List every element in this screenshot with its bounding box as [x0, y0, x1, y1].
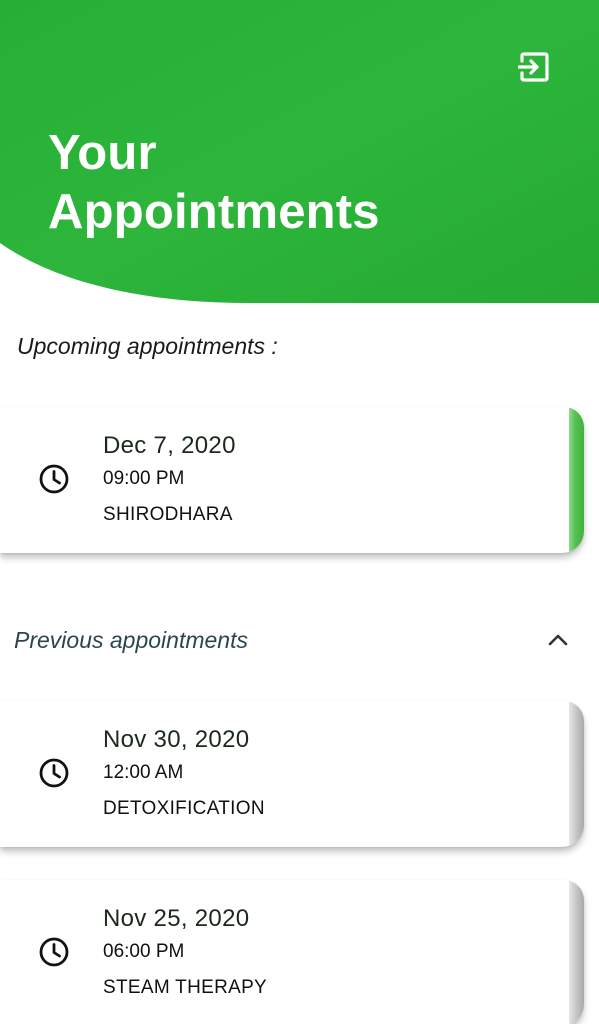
logout-icon [518, 52, 549, 82]
previous-appointment-card[interactable]: Nov 30, 2020 12:00 AM DETOXIFICATION [0, 701, 584, 847]
appointment-date: Nov 25, 2020 [103, 905, 250, 932]
appointment-time: 09:00 PM [103, 468, 185, 489]
card-accent-edge [569, 407, 584, 553]
page-title: Your Appointments [48, 126, 380, 239]
appointment-time: 12:00 AM [103, 762, 184, 783]
appointment-time: 06:00 PM [103, 941, 185, 962]
clock-icon [39, 464, 69, 494]
previous-section-label: Previous appointments [14, 627, 248, 653]
previous-appointment-card[interactable]: Nov 25, 2020 06:00 PM STEAM THERAPY [0, 880, 584, 1024]
appointment-service: DETOXIFICATION [103, 798, 265, 819]
upcoming-appointment-card[interactable]: Dec 7, 2020 09:00 PM SHIRODHARA [0, 407, 584, 553]
card-accent-edge [569, 701, 584, 847]
chevron-up-icon [548, 634, 568, 646]
appointment-date: Nov 30, 2020 [103, 726, 250, 753]
clock-icon [39, 758, 69, 788]
card-accent-edge [569, 880, 584, 1024]
appointment-service: STEAM THERAPY [103, 977, 268, 998]
appointments-screen: Your Appointments Upcoming appointments … [0, 0, 599, 1024]
appointment-date: Dec 7, 2020 [103, 432, 236, 459]
appointment-service: SHIRODHARA [103, 504, 233, 525]
clock-icon [39, 937, 69, 967]
collapse-previous-button[interactable] [540, 624, 576, 656]
upcoming-section-label: Upcoming appointments : [17, 333, 278, 359]
logout-button[interactable] [514, 48, 554, 86]
